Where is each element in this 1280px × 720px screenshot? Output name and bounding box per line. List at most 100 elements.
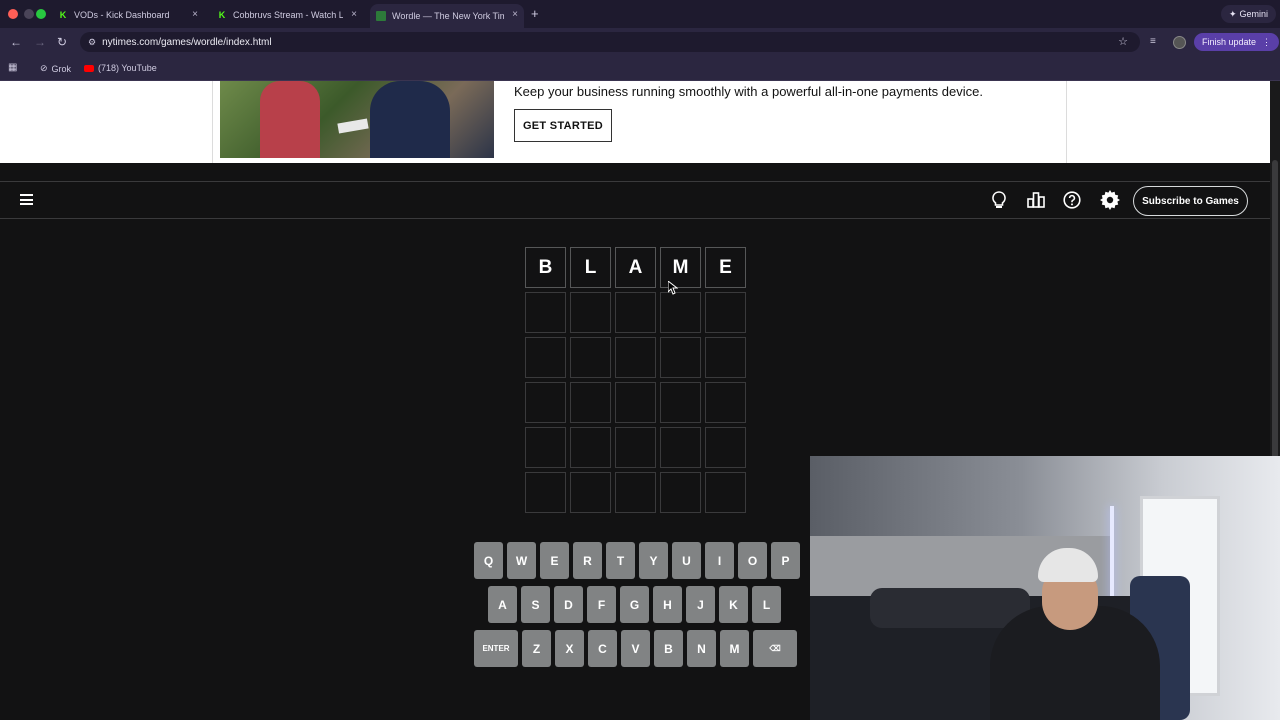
board-tile xyxy=(660,427,701,468)
key-g[interactable]: G xyxy=(620,586,649,623)
tab-title: VODs - Kick Dashboard xyxy=(74,10,170,20)
address-bar-row: ← → ↻ ⚙ nytimes.com/games/wordle/index.h… xyxy=(0,28,1280,56)
key-b[interactable]: B xyxy=(654,630,683,667)
board-tile: E xyxy=(705,247,746,288)
settings-gear-icon[interactable] xyxy=(1100,190,1120,210)
forward-icon[interactable]: → xyxy=(34,35,46,49)
mouse-cursor-icon xyxy=(668,281,678,295)
scrollbar-thumb[interactable] xyxy=(1272,160,1278,460)
board-tile xyxy=(660,292,701,333)
hint-lightbulb-icon[interactable] xyxy=(989,190,1009,210)
header-spacer xyxy=(0,163,1270,181)
board-tile xyxy=(705,292,746,333)
back-icon[interactable]: ← xyxy=(10,35,22,49)
url-field[interactable]: ⚙ nytimes.com/games/wordle/index.html ☆ xyxy=(80,32,1140,52)
board-tile xyxy=(570,427,611,468)
ad-banner[interactable]: Keep your business running smoothly with… xyxy=(0,81,1270,163)
key-d[interactable]: D xyxy=(554,586,583,623)
media-controls-icon[interactable]: ≡ xyxy=(1150,36,1156,47)
key-i[interactable]: I xyxy=(705,542,734,579)
board-tile xyxy=(525,427,566,468)
ad-text: Keep your business running smoothly with… xyxy=(514,84,983,99)
tab-title: Cobbruvs Stream - Watch Live xyxy=(233,10,343,20)
enter-key[interactable]: ENTER xyxy=(474,630,518,667)
key-p[interactable]: P xyxy=(771,542,800,579)
key-a[interactable]: A xyxy=(488,586,517,623)
youtube-icon xyxy=(84,64,94,72)
board-tile xyxy=(570,337,611,378)
minimize-window-button[interactable] xyxy=(24,9,34,19)
tab-wordle[interactable]: Wordle — The New York Times × xyxy=(370,4,524,28)
board-tile: M xyxy=(660,247,701,288)
board-tile xyxy=(615,292,656,333)
site-settings-icon[interactable]: ⚙ xyxy=(88,37,96,48)
board-tile xyxy=(615,472,656,513)
close-tab-icon[interactable]: × xyxy=(192,9,198,20)
maximize-window-button[interactable] xyxy=(36,9,46,19)
bookmark-star-icon[interactable]: ☆ xyxy=(1118,35,1128,48)
key-f[interactable]: F xyxy=(587,586,616,623)
key-e[interactable]: E xyxy=(540,542,569,579)
key-k[interactable]: K xyxy=(719,586,748,623)
backspace-key-icon[interactable]: ⌫ xyxy=(753,630,797,667)
bookmark-grok[interactable]: ⊘ Grok xyxy=(40,63,71,74)
board-tile xyxy=(570,382,611,423)
board-tile xyxy=(660,472,701,513)
sparkle-icon: ✦ xyxy=(1229,8,1237,19)
board-tile xyxy=(705,337,746,378)
ad-image-person xyxy=(370,81,450,158)
get-started-button[interactable]: GET STARTED xyxy=(514,109,612,142)
webcam-overlay xyxy=(810,456,1280,720)
key-w[interactable]: W xyxy=(507,542,536,579)
wordle-icon xyxy=(376,11,386,21)
key-r[interactable]: R xyxy=(573,542,602,579)
key-v[interactable]: V xyxy=(621,630,650,667)
close-window-button[interactable] xyxy=(8,9,18,19)
key-t[interactable]: T xyxy=(606,542,635,579)
tab-kick-stream[interactable]: K Cobbruvs Stream - Watch Live × xyxy=(211,4,363,26)
browser-tab-bar: K VODs - Kick Dashboard × K Cobbruvs Str… xyxy=(0,0,1280,28)
key-l[interactable]: L xyxy=(752,586,781,623)
avatar[interactable] xyxy=(1173,36,1186,49)
key-m[interactable]: M xyxy=(720,630,749,667)
key-u[interactable]: U xyxy=(672,542,701,579)
key-j[interactable]: J xyxy=(686,586,715,623)
key-x[interactable]: X xyxy=(555,630,584,667)
subscribe-button[interactable]: Subscribe to Games xyxy=(1133,186,1248,216)
tab-kick-dashboard[interactable]: K VODs - Kick Dashboard × xyxy=(52,4,204,26)
board-tile xyxy=(525,472,566,513)
leaderboard-icon[interactable] xyxy=(1026,190,1046,210)
gemini-button[interactable]: ✦ Gemini xyxy=(1221,5,1277,23)
key-s[interactable]: S xyxy=(521,586,550,623)
close-tab-icon[interactable]: × xyxy=(351,9,357,20)
more-menu-icon[interactable]: ⋮ xyxy=(1262,37,1271,48)
board-tile xyxy=(570,472,611,513)
bookmark-youtube[interactable]: (718) YouTube xyxy=(84,63,157,73)
apps-grid-icon[interactable]: ▦ xyxy=(8,62,17,73)
reload-icon[interactable]: ↻ xyxy=(57,35,67,49)
board-tile xyxy=(660,382,701,423)
board-tile xyxy=(705,382,746,423)
new-tab-button[interactable]: + xyxy=(531,6,539,21)
board-tile xyxy=(525,382,566,423)
key-y[interactable]: Y xyxy=(639,542,668,579)
ad-image[interactable] xyxy=(220,81,494,158)
key-n[interactable]: N xyxy=(687,630,716,667)
board-tile: B xyxy=(525,247,566,288)
tab-title: Wordle — The New York Times xyxy=(392,11,504,21)
key-o[interactable]: O xyxy=(738,542,767,579)
bookmarks-bar: ▦ ⊘ Grok (718) YouTube xyxy=(0,56,1280,81)
ad-divider xyxy=(212,81,213,163)
ad-image-person xyxy=(260,81,320,158)
game-board: BLAME xyxy=(525,247,746,513)
key-c[interactable]: C xyxy=(588,630,617,667)
game-header: Subscribe to Games xyxy=(0,181,1270,219)
close-tab-icon[interactable]: × xyxy=(512,9,518,20)
hamburger-menu-icon[interactable] xyxy=(20,194,33,205)
help-icon[interactable] xyxy=(1062,190,1082,210)
key-z[interactable]: Z xyxy=(522,630,551,667)
finish-update-button[interactable]: Finish update ⋮ xyxy=(1194,33,1280,51)
key-h[interactable]: H xyxy=(653,586,682,623)
keyboard-row-3: ENTER Z X C V B N M ⌫ xyxy=(474,630,797,667)
key-q[interactable]: Q xyxy=(474,542,503,579)
